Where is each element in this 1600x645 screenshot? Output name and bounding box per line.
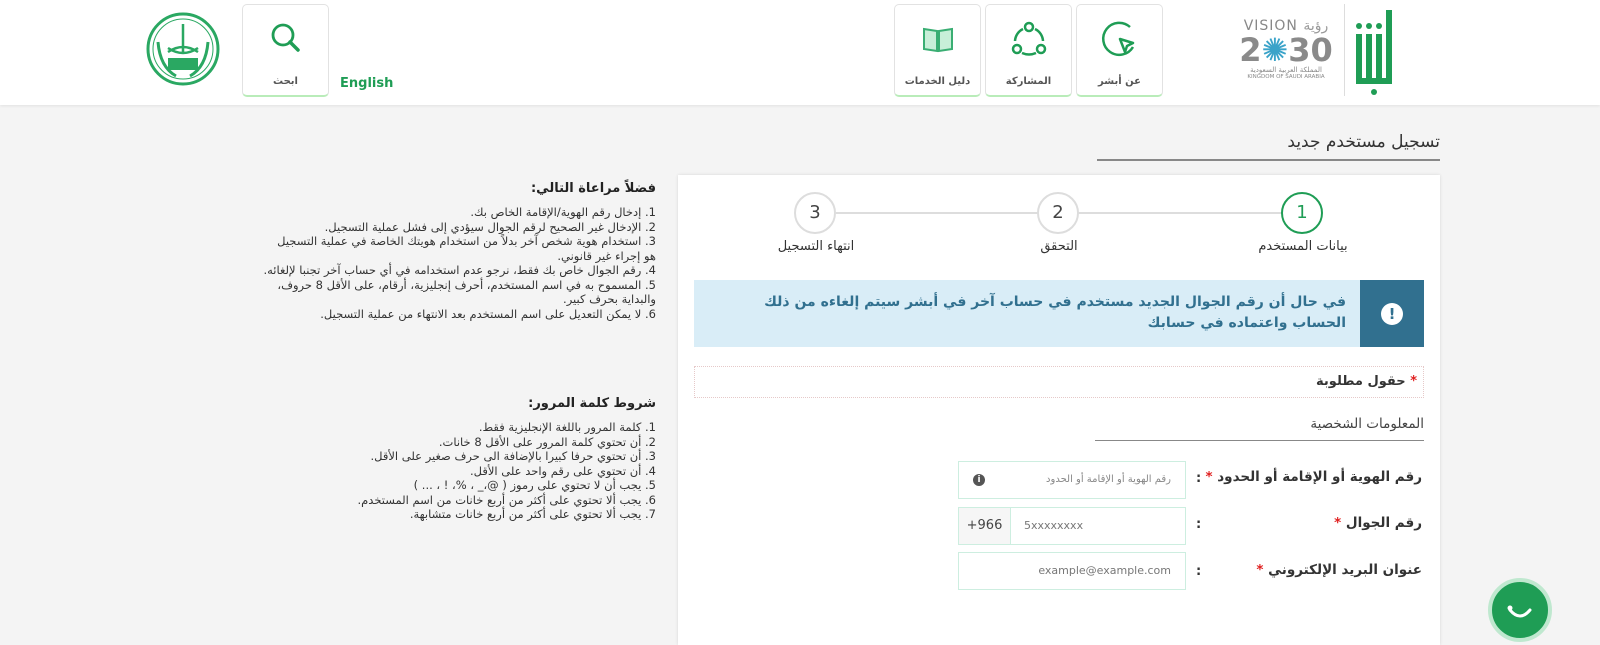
search-label: ابحث (273, 76, 298, 87)
nav-label: المشاركة (1005, 76, 1052, 87)
colon: : (1196, 517, 1202, 532)
nav-about-abshir[interactable]: عن أبشر (1076, 4, 1163, 97)
notes-title: فضلاً مراعاة التالي: (530, 181, 656, 196)
alert-icon-block: ! (1360, 280, 1424, 347)
section-title: المعلومات الشخصية (1310, 416, 1424, 432)
note-item: 4. رقم الجوال خاص بك فقط، نرجو عدم استخد… (263, 263, 656, 277)
note-item: 3. استخدام هوية شخص آخر بدلاً من استخدام… (277, 234, 656, 263)
info-icon[interactable]: i (973, 474, 985, 486)
alert-text: في حال أن رقم الجوال الجديد مستخدم في حس… (764, 294, 1346, 331)
nav-participation[interactable]: المشاركة (985, 4, 1072, 97)
email-label: عنوان البريد الإلكتروني * (1256, 562, 1422, 578)
note-item: 1. إدخال رقم الهوية/الإقامة الخاص بك. (470, 205, 656, 219)
divider (1344, 4, 1345, 96)
required-note-text: حقول مطلوبة (1316, 374, 1406, 389)
required-note: * حقول مطلوبة (694, 366, 1424, 398)
site-header: VISION رؤية 2✺30 المملكة العربية السعودي… (0, 0, 1600, 105)
title-underline (1097, 159, 1440, 161)
step-3: 3 (794, 192, 836, 234)
note-item: 6. لا يمكن التعديل على اسم المستخدم بعد … (320, 306, 656, 321)
id-label: رقم الهوية أو الإقامة أو الحدود * (1205, 469, 1422, 485)
mobile-label: رقم الجوال * (1334, 515, 1422, 531)
note-item: 2. الإدخال غير الصحيح لرقم الجوال سيؤدي … (324, 219, 656, 234)
email-input[interactable]: example@example.com (958, 552, 1186, 590)
book-icon (922, 27, 953, 53)
mobile-prefix: +966 (958, 507, 1011, 545)
cursor-circle-icon (1101, 21, 1134, 57)
id-placeholder: رقم الهوية أو الإقامة أو الحدود (1046, 474, 1171, 485)
share-icon (1011, 21, 1046, 56)
email-placeholder: example@example.com (1038, 564, 1171, 577)
mobile-label-text: رقم الجوال (1345, 515, 1422, 531)
mobile-input[interactable]: 5xxxxxxxx (1010, 507, 1186, 545)
section-underline (1095, 440, 1424, 441)
step-1: 1 (1281, 192, 1323, 234)
step-3-label: انتهاء التسجيل (777, 239, 855, 254)
nav-label: عن أبشر (1098, 76, 1141, 87)
nav-label: دليل الخدمات (904, 76, 971, 87)
required-star: * (1334, 515, 1342, 531)
rule-item: 4. أن تحتوي على رقم واحد على الأقل. (470, 463, 656, 478)
mobile-placeholder: 5xxxxxxxx (1024, 519, 1084, 532)
chat-support-button[interactable] (1488, 578, 1552, 642)
search-icon (271, 23, 300, 52)
id-label-text: رقم الهوية أو الإقامة أو الحدود (1217, 469, 1422, 485)
rule-item: 7. يجب ألا تحتوي على أكثر من أربع خانات … (409, 507, 656, 521)
id-input[interactable]: رقم الهوية أو الإقامة أو الحدود i (958, 461, 1186, 499)
password-rules-title: شروط كلمة المرور: (528, 396, 656, 411)
note-item: 5. المسموح به في اسم المستخدم، أحرف إنجل… (277, 277, 656, 307)
required-star: * (1256, 562, 1264, 578)
rule-item: 3. أن تحتوي حرفا كبيرا بالإضافة الى حرف … (370, 449, 656, 463)
abshir-logo[interactable] (1352, 4, 1396, 96)
page-title: تسجيل مستخدم جديد (1287, 132, 1440, 152)
rule-item: 1. كلمة المرور باللغة الإنجليزية فقط. (478, 420, 656, 434)
rule-item: 6. يجب ألا تحتوي على أكثر من أربع خانات … (357, 492, 656, 507)
rule-item: 5. يجب أن لا تحتوي على رموز ( @،_ ، %، !… (413, 478, 656, 492)
step-2: 2 (1037, 192, 1079, 234)
rule-item: 2. أن تحتوي كلمة المرور على الأقل 8 خانا… (438, 434, 656, 449)
exclamation-icon: ! (1381, 303, 1403, 325)
chat-smile-icon (1507, 605, 1532, 618)
step-1-label: بيانات المستخدم (1258, 239, 1348, 254)
required-star: * (1205, 469, 1213, 485)
ministry-emblem (146, 12, 220, 86)
required-star: * (1410, 374, 1417, 389)
password-rules-panel: شروط كلمة المرور: 1. كلمة المرور باللغة … (262, 396, 656, 522)
colon: : (1196, 471, 1202, 486)
nav-services-guide[interactable]: دليل الخدمات (894, 4, 981, 97)
alert-box: ! في حال أن رقم الجوال الجديد مستخدم في … (694, 280, 1424, 347)
registration-card: 1 2 3 بيانات المستخدم التحقق انتهاء التس… (678, 175, 1440, 645)
vision-2030-logo: VISION رؤية 2✺30 المملكة العربية السعودي… (1239, 18, 1333, 80)
step-2-label: التحقق (1040, 239, 1078, 254)
email-label-text: عنوان البريد الإلكتروني (1268, 562, 1422, 578)
english-link[interactable]: English (340, 76, 393, 91)
search-button[interactable]: ابحث (242, 4, 329, 97)
colon: : (1196, 564, 1202, 579)
notes-panel: فضلاً مراعاة التالي: 1. إدخال رقم الهوية… (262, 181, 656, 321)
